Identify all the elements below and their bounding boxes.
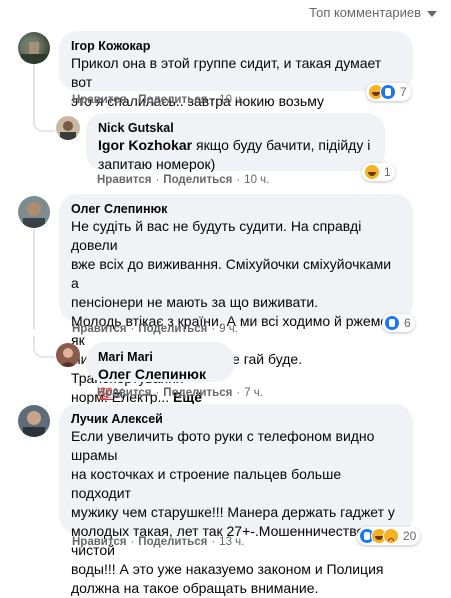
timestamp[interactable]: 10 ч. [219, 94, 244, 106]
separator: · [211, 536, 216, 548]
share-button[interactable]: Поделиться [163, 387, 232, 399]
reply-connector [33, 336, 55, 358]
separator: · [155, 387, 160, 399]
comment-actions: Нравится · Поделиться · 9 ч. [72, 323, 238, 335]
separator: · [130, 323, 135, 335]
sort-label: Топ комментариев [309, 5, 421, 20]
comment-bubble: Олег Слепинюк Не судіть й вас не будуть … [59, 194, 413, 405]
timestamp[interactable]: 13 ч. [219, 536, 244, 548]
sort-comments-dropdown[interactable]: Топ комментариев [309, 5, 437, 20]
share-button[interactable]: Поделиться [163, 174, 232, 186]
comment-author[interactable]: Ігор Кожокар [71, 38, 401, 54]
like-button[interactable]: Нравится [72, 94, 126, 106]
comment-bubble: Лучик Алексей Если увеличить фото руки с… [59, 404, 413, 596]
comment-bubble: Nick Gutskal Igor Kozhokar якщо буду бач… [86, 113, 385, 174]
avatar[interactable] [18, 405, 50, 437]
like-button[interactable]: Нравится [72, 536, 126, 548]
like-button[interactable]: Нравится [97, 174, 151, 186]
reaction-summary[interactable]: 6 [382, 314, 415, 332]
like-button[interactable]: Нравится [72, 323, 126, 335]
separator: · [130, 94, 135, 106]
reaction-summary[interactable]: 20 [357, 527, 421, 545]
avatar[interactable] [56, 116, 80, 140]
reaction-count: 20 [403, 529, 417, 543]
comment-actions: Нравится · Поделиться · 13 ч. [72, 536, 244, 548]
avatar[interactable] [18, 196, 50, 228]
avatar[interactable] [18, 32, 50, 64]
comment-bubble: Mari Mari Олег Слепинюк 💯% [86, 342, 234, 401]
comment-author[interactable]: Mari Mari [98, 349, 222, 365]
timestamp[interactable]: 7 ч. [244, 387, 263, 399]
comment-author[interactable]: Nick Gutskal [98, 120, 373, 136]
separator: · [155, 174, 160, 186]
share-button[interactable]: Поделиться [138, 536, 207, 548]
separator: · [236, 387, 241, 399]
like-reaction-icon [384, 315, 400, 331]
timestamp[interactable]: 9 ч. [219, 323, 238, 335]
share-button[interactable]: Поделиться [138, 323, 207, 335]
sad-reaction-icon [383, 528, 399, 544]
comment-text: Если увеличить фото руки с телефоном вид… [71, 428, 395, 596]
comment-text: Igor Kozhokar якщо буду бачити, підійду … [98, 136, 373, 174]
reaction-count: 1 [384, 165, 391, 179]
separator: · [236, 174, 241, 186]
comment-author[interactable]: Лучик Алексей [71, 411, 401, 427]
mention-link[interactable]: Олег Слепинюк [98, 366, 206, 382]
reaction-summary[interactable]: 7 [366, 83, 411, 101]
like-reaction-icon [380, 84, 396, 100]
separator: · [211, 323, 216, 335]
reply-connector [33, 110, 55, 132]
reaction-summary[interactable]: 1 [362, 163, 395, 181]
separator: · [130, 536, 135, 548]
like-button[interactable]: Нравится [97, 387, 151, 399]
comment-actions: Нравится · Поделиться · 7 ч. [97, 387, 263, 399]
comment-bubble: Ігор Кожокар Прикол она в этой группе си… [59, 31, 413, 109]
haha-reaction-icon [364, 164, 380, 180]
separator: · [211, 94, 216, 106]
reaction-count: 6 [404, 316, 411, 330]
comment-author[interactable]: Олег Слепинюк [71, 201, 401, 217]
timestamp[interactable]: 10 ч. [244, 174, 269, 186]
chevron-down-icon [427, 10, 437, 17]
comment-actions: Нравится · Поделиться · 10 ч. [97, 174, 269, 186]
comment-actions: Нравится · Поделиться · 10 ч. [72, 94, 244, 106]
thread-line [33, 226, 35, 330]
share-button[interactable]: Поделиться [138, 94, 207, 106]
mention-link[interactable]: Igor Kozhokar [98, 137, 192, 153]
reaction-count: 7 [400, 85, 407, 99]
avatar[interactable] [56, 343, 80, 367]
